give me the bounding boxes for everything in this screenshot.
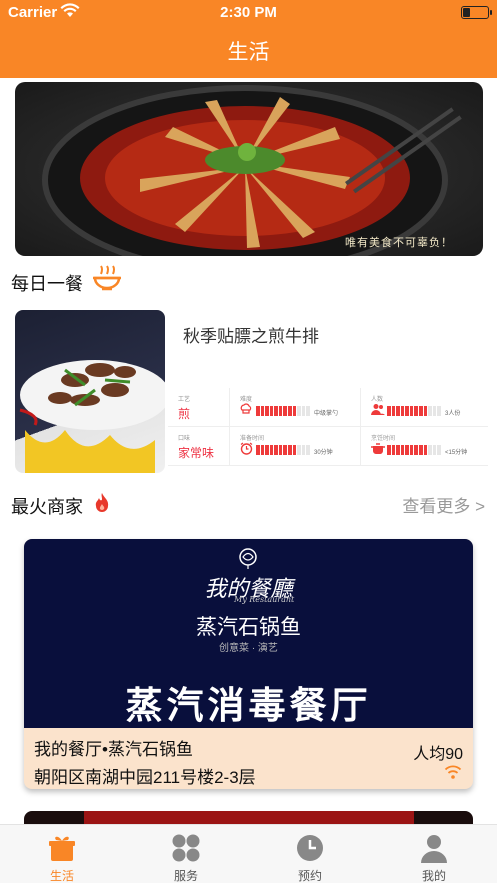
daily-section-title: 每日一餐 xyxy=(11,270,83,296)
stat-note: 30分钟 xyxy=(314,450,333,456)
page-title: 生活 xyxy=(227,41,270,64)
hot-title-text: 最火商家 xyxy=(11,497,83,517)
cook-time-bar xyxy=(387,445,441,455)
tab-label: 预约 xyxy=(297,869,322,883)
daily-title-text: 每日一餐 xyxy=(11,274,83,294)
pot-icon xyxy=(371,443,385,454)
stat-cook-time: 烹饪时间 <15分钟 xyxy=(361,427,488,466)
servings-bar xyxy=(387,406,441,416)
stat-note: <15分钟 xyxy=(445,450,468,456)
stat-servings: 人数 3人份 xyxy=(361,388,488,427)
merchant-cuisine: 创意菜 · 演艺 xyxy=(219,643,278,654)
status-time: 2:30 PM xyxy=(220,4,277,21)
alarm-clock-icon xyxy=(240,442,253,455)
merchant-slogan: 蒸汽消毒餐厅 xyxy=(125,685,372,726)
stat-prep-time: 准备时间 30分钟 xyxy=(230,427,361,466)
banner-image[interactable]: 唯有美食不可辜负！ xyxy=(15,82,483,256)
stat-label: 口味 xyxy=(178,436,191,442)
bowl-icon xyxy=(93,265,121,291)
nav-header: Carrier 2:30 PM 生活 xyxy=(0,0,497,78)
gift-icon xyxy=(49,836,75,861)
rose-logo-icon xyxy=(239,548,257,569)
meal-stats-grid: 工艺 煎 难度 中级掌勺 人数 3人份 口味 家常味 准备时间 30分钟 烹饪时 xyxy=(168,388,488,466)
view-more-link[interactable]: 查看更多 > xyxy=(402,492,485,517)
merchant-address: 朝阳区南湖中园211号楼2-3层 xyxy=(34,768,256,787)
tab-service[interactable]: 服务 xyxy=(124,825,248,883)
tab-booking[interactable]: 预约 xyxy=(248,825,372,883)
grid-icon xyxy=(172,834,200,862)
wifi-icon xyxy=(444,765,462,779)
merchant-brand-en: My Restaurant xyxy=(234,595,295,604)
merchant-image: 我的餐廳 My Restaurant 蒸汽石锅鱼 创意菜 · 演艺 蒸汽消毒餐厅 xyxy=(24,539,473,728)
stat-flavor: 口味 家常味 xyxy=(168,427,230,466)
battery-icon xyxy=(461,6,492,19)
stat-value: 煎 xyxy=(178,407,191,421)
tab-profile[interactable]: 我的 xyxy=(372,825,496,883)
clock-icon xyxy=(297,835,323,861)
people-icon xyxy=(371,404,385,415)
banner-dish-illustration xyxy=(42,85,462,256)
flame-icon xyxy=(95,493,109,512)
hot-section-title: 最火商家 xyxy=(11,493,83,519)
chef-hat-icon xyxy=(240,403,252,414)
stat-label: 工艺 xyxy=(178,397,191,403)
stat-value: 家常味 xyxy=(178,446,215,460)
banner-caption: 唯有美食不可辜负！ xyxy=(345,237,453,249)
tab-label: 服务 xyxy=(173,869,198,883)
tab-bar: 生活 服务 预约 我的 xyxy=(0,824,497,883)
merchant-dish: 蒸汽石锅鱼 xyxy=(196,616,301,639)
prep-time-bar xyxy=(256,445,310,455)
merchant-price: 人均90 xyxy=(413,746,463,763)
stat-technique: 工艺 煎 xyxy=(168,388,230,427)
meal-image[interactable] xyxy=(15,310,165,473)
meal-dish-illustration xyxy=(19,360,165,473)
status-bar: Carrier 2:30 PM xyxy=(0,0,497,26)
merchant-name: 我的餐厅•蒸汽石锅鱼 xyxy=(34,740,193,759)
difficulty-bar xyxy=(256,406,310,416)
stat-difficulty: 难度 中级掌勺 xyxy=(230,388,361,427)
stat-note: 中级掌勺 xyxy=(314,411,339,417)
user-icon xyxy=(421,835,447,863)
stat-label: 烹饪时间 xyxy=(371,436,396,442)
tab-label: 生活 xyxy=(49,869,74,883)
stat-label: 人数 xyxy=(371,397,384,403)
stat-label: 准备时间 xyxy=(240,436,265,442)
tab-life[interactable]: 生活 xyxy=(0,825,124,883)
stat-label: 难度 xyxy=(240,397,253,403)
meal-title[interactable]: 秋季贴膘之煎牛排 xyxy=(183,322,319,347)
stat-note: 3人份 xyxy=(445,411,461,417)
tab-label: 我的 xyxy=(421,869,446,883)
merchant-card[interactable]: 我的餐廳 My Restaurant 蒸汽石锅鱼 创意菜 · 演艺 蒸汽消毒餐厅… xyxy=(24,539,473,789)
